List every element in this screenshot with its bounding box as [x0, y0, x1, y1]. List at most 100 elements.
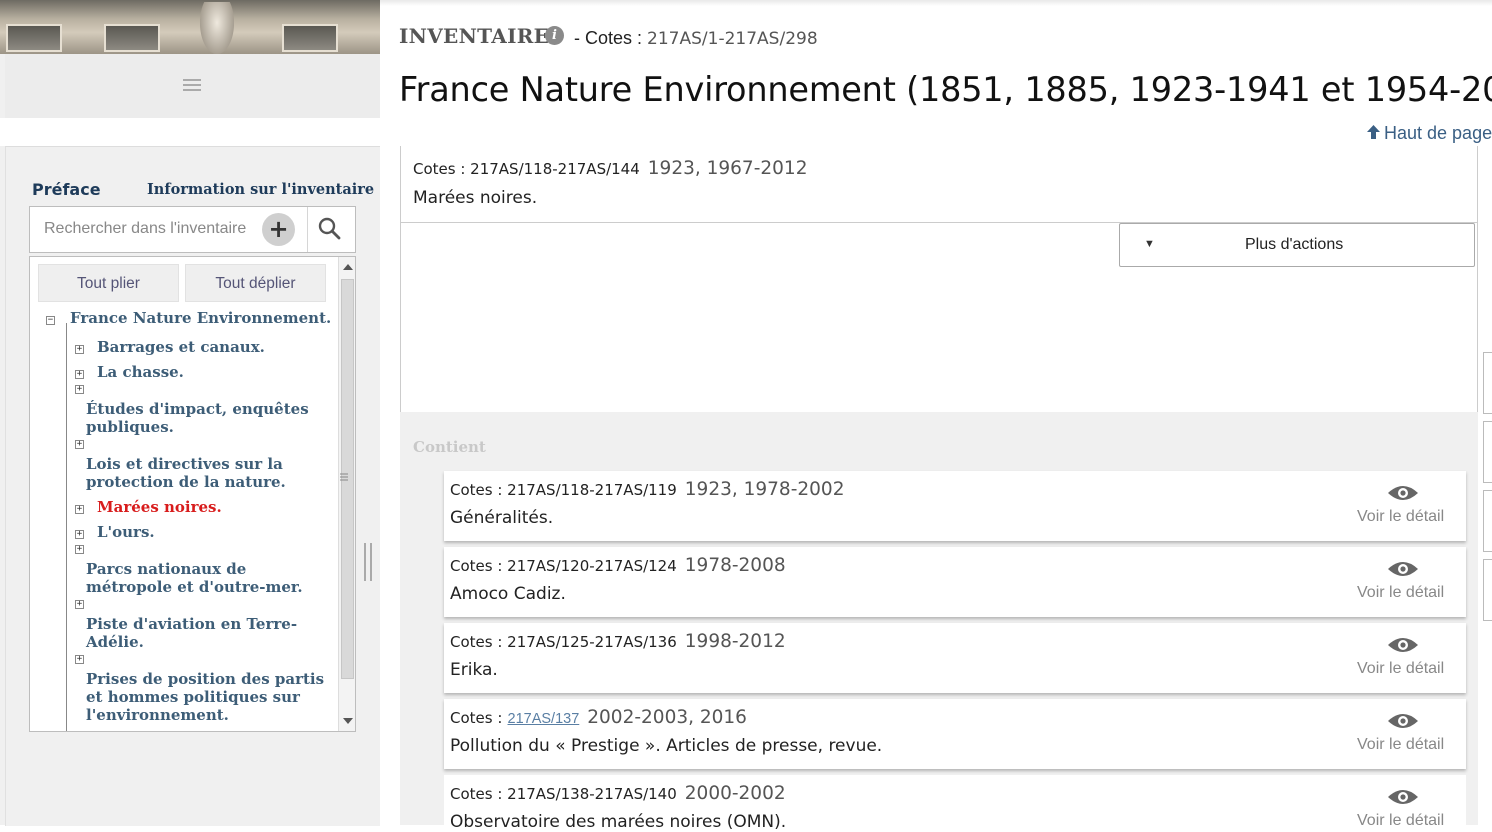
inventory-tree: Tout plier Tout déplier − France Nature … — [29, 256, 356, 732]
tree-connector-line — [66, 323, 67, 731]
expand-toggle-icon[interactable]: + — [75, 440, 84, 449]
child-title: Erika. — [450, 660, 498, 680]
child-title: Observatoire des marées noires (OMN). — [450, 812, 787, 832]
view-detail-link[interactable]: Voir le détail — [1357, 736, 1444, 754]
tree-node[interactable]: Études d'impact, enquêtes publiques. — [86, 400, 326, 436]
side-tool-tab[interactable] — [1483, 352, 1492, 414]
banner-window — [6, 24, 62, 52]
child-dates: 1978-2008 — [684, 555, 786, 576]
cotes-prefix: - Cotes : — [574, 28, 643, 48]
eye-icon[interactable] — [1387, 788, 1419, 806]
child-cotes: Cotes : 217AS/125-217AS/136 — [450, 633, 677, 651]
child-cotes-line: Cotes : 217AS/137 2002-2003, 2016 — [450, 707, 747, 728]
child-cotes-line: Cotes : 217AS/120-217AS/124 1978-2008 — [450, 555, 786, 576]
tree-node[interactable]: Parcs nationaux de métropole et d'outre-… — [86, 560, 326, 596]
tree-node[interactable]: La chasse. — [97, 363, 184, 381]
fold-all-button[interactable]: Tout plier — [38, 264, 179, 302]
child-record[interactable]: Cotes : 217AS/125-217AS/136 1998-2012 Eri… — [444, 623, 1466, 693]
eye-icon[interactable] — [1387, 636, 1419, 654]
expand-toggle-icon[interactable]: + — [75, 655, 84, 664]
page-title: France Nature Environnement (1851, 1885,… — [399, 70, 1492, 109]
view-detail-link[interactable]: Voir le détail — [1357, 812, 1444, 830]
record-cotes: Cotes : 217AS/118-217AS/144 — [413, 160, 640, 178]
record-dates: 1923, 1967-2012 — [647, 158, 808, 179]
child-record[interactable]: Cotes : 217AS/137 2002-2003, 2016 Polluti… — [444, 699, 1466, 769]
tab-inventory-info[interactable]: Information sur l'inventaire — [147, 181, 374, 198]
tree-scrollbar[interactable] — [338, 257, 355, 731]
view-detail-link[interactable]: Voir le détail — [1357, 660, 1444, 678]
view-detail-link[interactable]: Voir le détail — [1357, 508, 1444, 526]
tree-node[interactable]: Barrages et canaux. — [97, 338, 265, 356]
inventory-search-box: + — [29, 206, 356, 253]
record-title: Marées noires. — [413, 188, 538, 208]
child-dates: 2002-2003, 2016 — [587, 707, 747, 728]
eye-icon[interactable] — [1387, 484, 1419, 502]
tree-root-node[interactable]: France Nature Environnement. — [70, 309, 331, 327]
expand-toggle-icon[interactable]: + — [75, 530, 84, 539]
top-shadow — [380, 0, 1492, 6]
banner-window — [104, 24, 160, 52]
child-title: Pollution du « Prestige ». Articles de p… — [450, 736, 883, 756]
tree-node-active[interactable]: Marées noires. — [97, 498, 222, 516]
scroll-down-arrow-icon[interactable] — [343, 718, 353, 724]
hamburger-menu-icon[interactable] — [183, 79, 201, 93]
child-cotes-line: Cotes : 217AS/138-217AS/140 2000-2002 — [450, 783, 786, 804]
back-to-top-link[interactable]: Haut de page — [1367, 123, 1492, 144]
more-actions-button[interactable]: ▼ Plus d'actions — [1119, 223, 1475, 267]
child-record[interactable]: Cotes : 217AS/120-217AS/124 1978-2008 Amo… — [444, 547, 1466, 617]
view-detail-link[interactable]: Voir le détail — [1357, 584, 1444, 602]
tree-node[interactable]: L'ours. — [97, 523, 155, 541]
child-dates: 1998-2012 — [684, 631, 786, 652]
child-dates: 1923, 1978-2002 — [684, 479, 845, 500]
unfold-all-button[interactable]: Tout déplier — [185, 264, 326, 302]
tree-node[interactable]: Prises de position des partis et hommes … — [86, 670, 326, 724]
search-icon[interactable] — [317, 216, 343, 242]
side-tool-tab[interactable] — [1483, 490, 1492, 552]
child-record[interactable]: Cotes : 217AS/118-217AS/119 1923, 1978-20… — [444, 471, 1466, 541]
tab-preface[interactable]: Préface — [32, 180, 101, 199]
side-tool-tab[interactable] — [1483, 559, 1492, 621]
caret-down-icon: ▼ — [1144, 238, 1155, 250]
child-title: Amoco Cadiz. — [450, 584, 566, 604]
child-record[interactable]: Cotes : 217AS/138-217AS/140 2000-2002 Obs… — [444, 775, 1466, 832]
collapse-toggle-icon[interactable]: − — [46, 316, 55, 325]
divider — [307, 207, 308, 252]
banner-window — [282, 24, 338, 52]
cotes-value: 217AS/1-217AS/298 — [647, 29, 818, 49]
expand-toggle-icon[interactable]: + — [75, 600, 84, 609]
child-cotes-line: Cotes : 217AS/125-217AS/136 1998-2012 — [450, 631, 786, 652]
record-cotes-line: Cotes : 217AS/118-217AS/144 1923, 1967-20… — [413, 158, 807, 179]
inventory-label: INVENTAIRE — [399, 24, 550, 48]
arrow-up-icon — [1367, 125, 1380, 139]
child-dates: 2000-2002 — [684, 783, 786, 804]
child-cotes-line: Cotes : 217AS/118-217AS/119 1923, 1978-20… — [450, 479, 844, 500]
header-banner-image — [0, 0, 380, 54]
panel-resize-handle[interactable] — [364, 543, 372, 581]
contains-heading: Contient — [413, 438, 486, 456]
expand-toggle-icon[interactable]: + — [75, 370, 84, 379]
child-cotes: Cotes : 217AS/138-217AS/140 — [450, 785, 677, 803]
eye-icon[interactable] — [1387, 560, 1419, 578]
tree-node[interactable]: Lois et directives sur la protection de … — [86, 455, 326, 491]
banner-statue — [200, 2, 234, 54]
back-to-top-label: Haut de page — [1384, 123, 1492, 143]
expand-toggle-icon[interactable]: + — [75, 545, 84, 554]
expand-toggle-icon[interactable]: + — [75, 345, 84, 354]
spacer — [0, 118, 380, 146]
expand-toggle-icon[interactable]: + — [75, 385, 84, 394]
cote-link[interactable]: 217AS/137 — [508, 711, 580, 727]
eye-icon[interactable] — [1387, 712, 1419, 730]
child-cotes: Cotes : 217AS/118-217AS/119 — [450, 481, 677, 499]
tree-node[interactable]: Piste d'aviation en Terre-Adélie. — [86, 615, 311, 651]
side-tool-tab[interactable] — [1483, 421, 1492, 483]
info-icon[interactable]: i — [545, 26, 564, 45]
current-record: Cotes : 217AS/118-217AS/144 1923, 1967-20… — [400, 146, 1478, 412]
scroll-up-arrow-icon[interactable] — [343, 264, 353, 270]
advanced-search-plus-button[interactable]: + — [262, 213, 295, 246]
scroll-grip-icon — [340, 473, 348, 481]
more-actions-label: Plus d'actions — [1245, 236, 1344, 253]
child-title: Généralités. — [450, 508, 554, 528]
expand-toggle-icon[interactable]: + — [75, 505, 84, 514]
child-cotes: Cotes : 217AS/120-217AS/124 — [450, 557, 677, 575]
inventory-search-input[interactable] — [42, 219, 261, 239]
